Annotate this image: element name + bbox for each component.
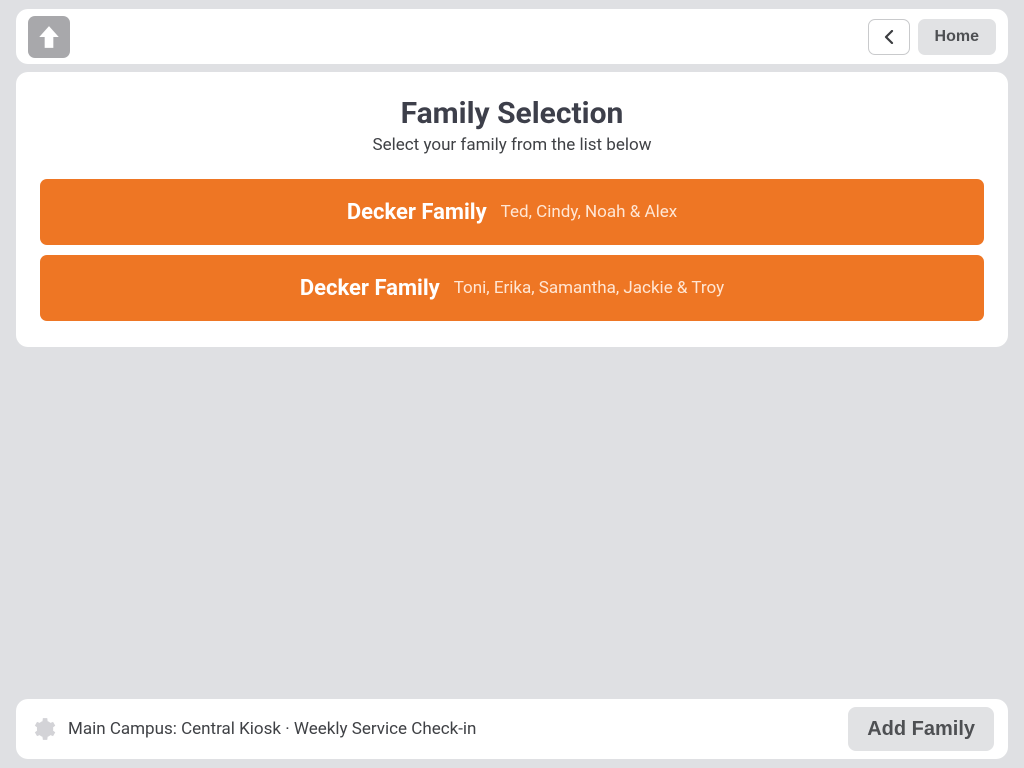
bottom-left: Main Campus: Central Kiosk · Weekly Serv… <box>30 716 476 742</box>
family-name: Decker Family <box>347 200 487 225</box>
add-family-button[interactable]: Add Family <box>848 707 994 751</box>
top-actions: Home <box>868 19 996 55</box>
logo-arrow-icon <box>36 24 62 50</box>
family-selection-card: Family Selection Select your family from… <box>16 72 1008 347</box>
back-button[interactable] <box>868 19 910 55</box>
family-members: Toni, Erika, Samantha, Jackie & Troy <box>454 278 724 298</box>
bottom-bar: Main Campus: Central Kiosk · Weekly Serv… <box>16 699 1008 759</box>
status-text: Main Campus: Central Kiosk · Weekly Serv… <box>68 719 476 739</box>
family-item[interactable]: Decker Family Toni, Erika, Samantha, Jac… <box>40 255 984 321</box>
app-logo <box>28 16 70 58</box>
gear-icon[interactable] <box>30 716 56 742</box>
page-title: Family Selection <box>40 96 984 131</box>
home-button[interactable]: Home <box>918 19 996 55</box>
family-name: Decker Family <box>300 276 440 301</box>
family-item[interactable]: Decker Family Ted, Cindy, Noah & Alex <box>40 179 984 245</box>
family-list: Decker Family Ted, Cindy, Noah & Alex De… <box>40 179 984 321</box>
spacer <box>0 347 1024 691</box>
page-subtitle: Select your family from the list below <box>40 135 984 155</box>
chevron-left-icon <box>884 30 894 44</box>
top-bar: Home <box>16 9 1008 64</box>
family-members: Ted, Cindy, Noah & Alex <box>501 202 678 222</box>
